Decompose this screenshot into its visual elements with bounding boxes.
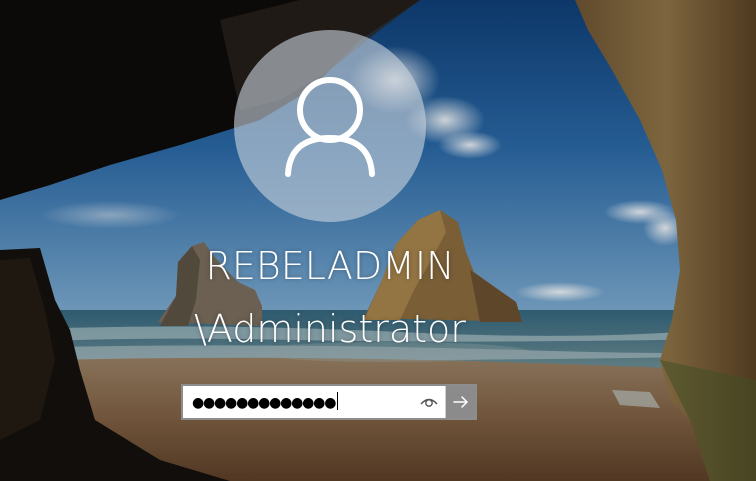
password-dots: ●●●●●●●●●●●●● xyxy=(192,395,336,411)
arrow-right-icon xyxy=(453,396,468,408)
user-silhouette-icon xyxy=(285,77,375,177)
eye-icon xyxy=(420,398,438,407)
user-avatar xyxy=(234,30,426,222)
submit-button[interactable] xyxy=(445,386,475,418)
reveal-password-button[interactable] xyxy=(417,390,441,414)
user-account-name: \Administrator xyxy=(194,307,466,351)
lock-screen: REBELADMIN \Administrator ●●●●●●●●●●●●● xyxy=(0,0,756,481)
password-box: ●●●●●●●●●●●●● xyxy=(181,384,477,420)
text-caret xyxy=(337,392,339,410)
user-domain-name: REBELADMIN xyxy=(205,244,455,288)
password-input[interactable]: ●●●●●●●●●●●●● xyxy=(183,386,445,418)
password-masked-text: ●●●●●●●●●●●●● xyxy=(192,392,339,413)
